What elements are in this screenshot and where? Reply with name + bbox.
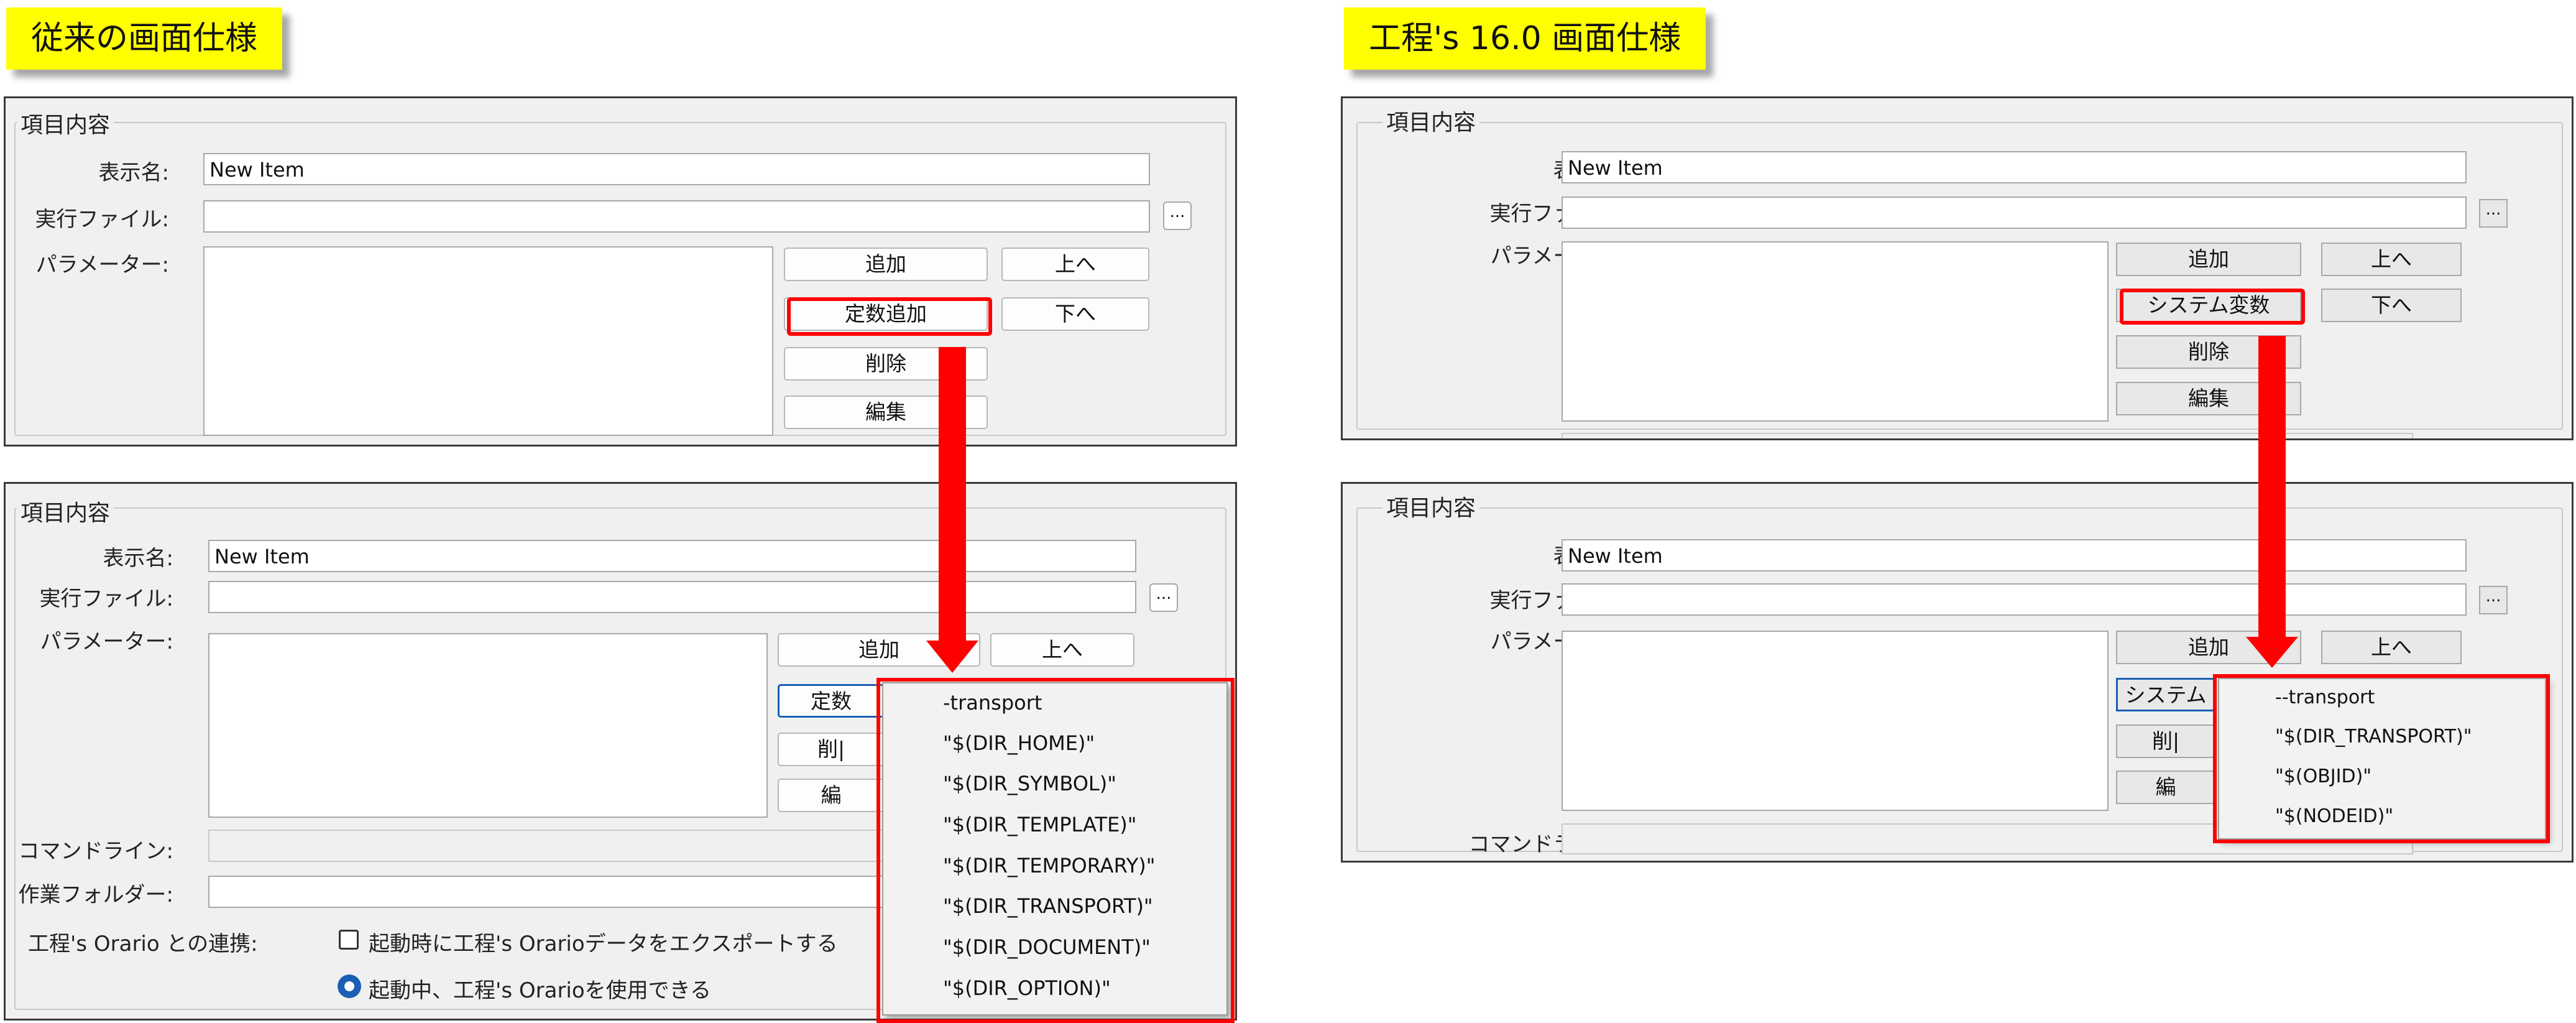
group-title: 項目内容 (17, 495, 114, 527)
up-button[interactable]: 上へ (990, 633, 1134, 667)
exec-file-input[interactable] (208, 581, 1136, 613)
display-name-label: 表示名: (103, 546, 173, 571)
up-button[interactable]: 上へ (2321, 243, 2462, 276)
v16-spec-title: 工程's 16.0 画面仕様 (1344, 7, 1706, 70)
up-button[interactable]: 上へ (2321, 631, 2462, 664)
display-name-input[interactable]: New Item (1562, 539, 2467, 572)
down-arrow-head (2246, 637, 2298, 668)
work-folder-input[interactable] (208, 876, 954, 908)
system-variable-button[interactable]: システム (2116, 678, 2215, 711)
parameters-list[interactable] (1562, 241, 2109, 422)
constant-dropdown-menu[interactable]: -transport "$(DIR_HOME)" "$(DIR_SYMBOL)"… (882, 682, 1228, 1016)
menu-item[interactable]: "$(DIR_DOCUMENT)" (943, 935, 1151, 959)
export-on-start-checkbox[interactable] (339, 930, 359, 950)
edit-button[interactable]: 編 (2116, 771, 2215, 804)
group-title: 項目内容 (1382, 104, 1480, 137)
parameters-label: パラメーター: (35, 252, 169, 277)
down-arrow (2258, 336, 2286, 638)
menu-item[interactable]: -transport (943, 691, 1042, 715)
menu-item[interactable]: "$(DIR_HOME)" (943, 731, 1095, 755)
menu-item[interactable]: "$(DIR_TRANSPORT)" (943, 894, 1153, 918)
command-line-field (208, 830, 954, 862)
group-title: 項目内容 (1382, 490, 1480, 522)
browse-button[interactable]: ... (2479, 199, 2508, 228)
add-button[interactable]: 追加 (2116, 243, 2301, 276)
parameters-list[interactable] (208, 633, 768, 818)
browse-button[interactable]: ... (1149, 583, 1178, 612)
menu-item[interactable]: "$(DIR_TEMPLATE)" (943, 813, 1136, 836)
menu-item[interactable]: "$(OBJID)" (2275, 766, 2371, 787)
v16-dialog-before: 項目内容 表示名: New Item 実行ファイル: ... パラメーター: 追… (1341, 96, 2574, 440)
exec-file-input[interactable] (1562, 583, 2467, 616)
down-arrow (939, 347, 966, 642)
display-name-input[interactable]: New Item (203, 153, 1150, 185)
const-add-highlight (787, 297, 992, 336)
work-folder-label: 作業フォルダー: (18, 882, 173, 907)
up-button[interactable]: 上へ (1001, 248, 1149, 281)
display-name-input[interactable]: New Item (1562, 151, 2467, 183)
group-title: 項目内容 (17, 107, 114, 139)
parameters-list[interactable] (1562, 631, 2109, 811)
use-while-running-radio[interactable] (338, 974, 361, 998)
menu-item[interactable]: "$(NODEID)" (2275, 805, 2393, 827)
exec-file-label: 実行ファイル: (39, 586, 173, 611)
menu-item[interactable]: "$(DIR_TEMPORARY)" (943, 854, 1156, 877)
menu-item[interactable]: "$(DIR_SYMBOL)" (943, 772, 1116, 795)
parameters-label: パラメーター: (40, 629, 173, 654)
delete-button[interactable]: 削| (2116, 724, 2215, 758)
legacy-spec-title: 従来の画面仕様 (6, 7, 283, 70)
legacy-dialog-before: 項目内容 表示名: New Item 実行ファイル: ... パラメーター: 追… (4, 96, 1237, 447)
down-arrow-head (926, 641, 978, 673)
exec-file-label: 実行ファイル: (35, 207, 169, 232)
menu-item[interactable]: --transport (2275, 687, 2375, 708)
menu-item[interactable]: "$(DIR_OPTION)" (943, 976, 1111, 1000)
browse-button[interactable]: ... (1163, 201, 1192, 230)
export-on-start-label: 起動時に工程's Orarioデータをエクスポートする (369, 932, 838, 956)
browse-button[interactable]: ... (2479, 586, 2508, 614)
parameters-list[interactable] (203, 246, 773, 436)
system-variable-highlight (2120, 289, 2305, 325)
add-button[interactable]: 追加 (784, 248, 988, 281)
down-button[interactable]: 下へ (1001, 297, 1149, 331)
edit-button[interactable]: 編 (778, 779, 885, 812)
display-name-input[interactable]: New Item (208, 540, 1136, 572)
delete-button[interactable]: 削| (778, 733, 885, 766)
menu-item[interactable]: "$(DIR_TRANSPORT)" (2275, 726, 2472, 748)
exec-file-input[interactable] (1562, 197, 2467, 229)
system-variable-dropdown-menu[interactable]: --transport "$(DIR_TRANSPORT)" "$(OBJID)… (2218, 678, 2546, 840)
orario-link-label: 工程's Orario との連携: (28, 932, 258, 956)
down-button[interactable]: 下へ (2321, 289, 2462, 322)
exec-file-input[interactable] (203, 200, 1150, 233)
display-name-label: 表示名: (98, 160, 169, 185)
use-while-running-label: 起動中、工程's Orarioを使用できる (369, 978, 711, 1003)
command-line-label: コマンドライン: (18, 839, 173, 864)
const-add-button[interactable]: 定数 (778, 684, 885, 718)
